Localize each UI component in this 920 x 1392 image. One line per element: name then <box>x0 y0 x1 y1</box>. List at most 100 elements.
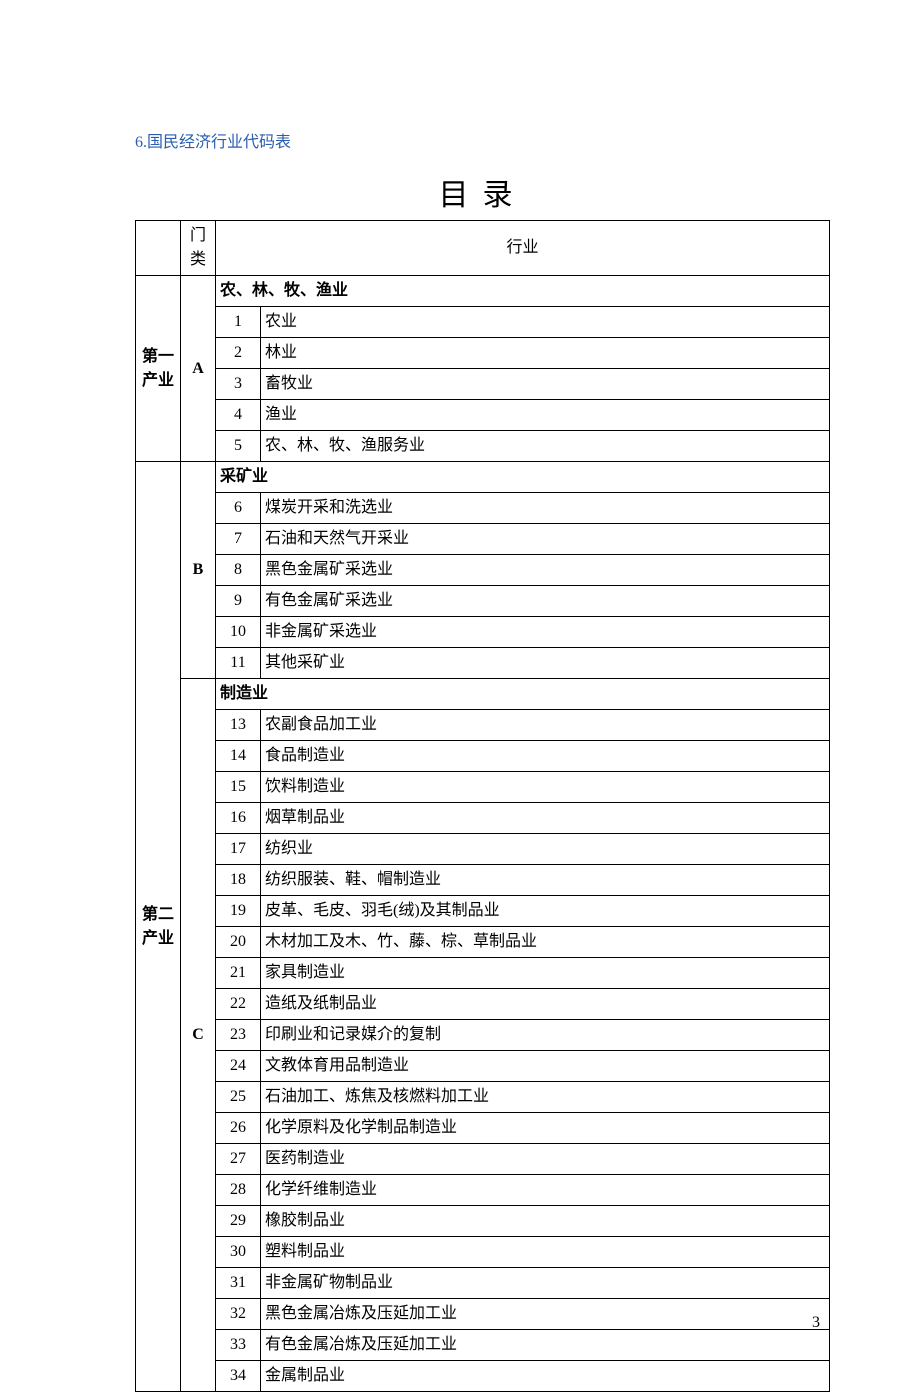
row-num: 32 <box>216 1299 261 1330</box>
row-name: 化学纤维制造业 <box>261 1175 830 1206</box>
table-row: 第一产业 A 农、林、牧、渔业 <box>136 276 830 307</box>
row-name: 有色金属冶炼及压延加工业 <box>261 1330 830 1361</box>
section-heading: 6.国民经济行业代码表 <box>135 128 830 152</box>
row-name: 其他采矿业 <box>261 648 830 679</box>
row-num: 26 <box>216 1113 261 1144</box>
row-name: 黑色金属冶炼及压延加工业 <box>261 1299 830 1330</box>
row-num: 17 <box>216 834 261 865</box>
production-label: 第二产业 <box>136 462 181 1392</box>
row-name: 纺织服装、鞋、帽制造业 <box>261 865 830 896</box>
table-row: 24文教体育用品制造业 <box>136 1051 830 1082</box>
row-num: 16 <box>216 803 261 834</box>
row-num: 24 <box>216 1051 261 1082</box>
row-num: 25 <box>216 1082 261 1113</box>
th-industry: 行业 <box>216 221 830 276</box>
table-row: 6煤炭开采和洗选业 <box>136 493 830 524</box>
row-num: 19 <box>216 896 261 927</box>
row-num: 18 <box>216 865 261 896</box>
row-num: 28 <box>216 1175 261 1206</box>
row-name: 皮革、毛皮、羽毛(绒)及其制品业 <box>261 896 830 927</box>
row-name: 医药制造业 <box>261 1144 830 1175</box>
row-num: 20 <box>216 927 261 958</box>
row-name: 饮料制造业 <box>261 772 830 803</box>
table-row: 9有色金属矿采选业 <box>136 586 830 617</box>
row-name: 有色金属矿采选业 <box>261 586 830 617</box>
row-num: 7 <box>216 524 261 555</box>
table-row: 13农副食品加工业 <box>136 710 830 741</box>
row-name: 化学原料及化学制品制造业 <box>261 1113 830 1144</box>
th-category: 门类 <box>181 221 216 276</box>
row-num: 13 <box>216 710 261 741</box>
section-title: 采矿业 <box>216 462 830 493</box>
row-name: 煤炭开采和洗选业 <box>261 493 830 524</box>
row-name: 石油和天然气开采业 <box>261 524 830 555</box>
category-code: C <box>181 679 216 1392</box>
table-row: 19皮革、毛皮、羽毛(绒)及其制品业 <box>136 896 830 927</box>
row-name: 纺织业 <box>261 834 830 865</box>
row-num: 29 <box>216 1206 261 1237</box>
row-num: 30 <box>216 1237 261 1268</box>
table-row: 31非金属矿物制品业 <box>136 1268 830 1299</box>
table-header-row: 门类 行业 <box>136 221 830 276</box>
row-num: 15 <box>216 772 261 803</box>
industry-code-table: 门类 行业 第一产业 A 农、林、牧、渔业 1农业 2林业 3畜牧业 4渔业 5… <box>135 220 830 1392</box>
table-row: 28化学纤维制造业 <box>136 1175 830 1206</box>
table-row: 第二产业 B 采矿业 <box>136 462 830 493</box>
row-name: 橡胶制品业 <box>261 1206 830 1237</box>
row-num: 22 <box>216 989 261 1020</box>
row-num: 34 <box>216 1361 261 1392</box>
table-row: 2林业 <box>136 338 830 369</box>
table-row: 27医药制造业 <box>136 1144 830 1175</box>
row-num: 31 <box>216 1268 261 1299</box>
table-row: 33有色金属冶炼及压延加工业 <box>136 1330 830 1361</box>
document-page: 6.国民经济行业代码表 目录 门类 行业 第一产业 A 农、林、牧、渔业 1农业… <box>0 0 920 1392</box>
category-code: A <box>181 276 216 462</box>
row-num: 21 <box>216 958 261 989</box>
row-name: 石油加工、炼焦及核燃料加工业 <box>261 1082 830 1113</box>
table-row: 21家具制造业 <box>136 958 830 989</box>
table-row: 30塑料制品业 <box>136 1237 830 1268</box>
section-title: 制造业 <box>216 679 830 710</box>
row-num: 2 <box>216 338 261 369</box>
table-row: 4渔业 <box>136 400 830 431</box>
table-row: C 制造业 <box>136 679 830 710</box>
table-row: 22造纸及纸制品业 <box>136 989 830 1020</box>
row-name: 农副食品加工业 <box>261 710 830 741</box>
row-name: 畜牧业 <box>261 369 830 400</box>
table-row: 26化学原料及化学制品制造业 <box>136 1113 830 1144</box>
table-row: 18纺织服装、鞋、帽制造业 <box>136 865 830 896</box>
page-number: 3 <box>812 1314 820 1332</box>
table-row: 14食品制造业 <box>136 741 830 772</box>
row-name: 黑色金属矿采选业 <box>261 555 830 586</box>
row-name: 印刷业和记录媒介的复制 <box>261 1020 830 1051</box>
row-name: 金属制品业 <box>261 1361 830 1392</box>
table-row: 1农业 <box>136 307 830 338</box>
row-num: 27 <box>216 1144 261 1175</box>
row-name: 木材加工及木、竹、藤、棕、草制品业 <box>261 927 830 958</box>
row-name: 渔业 <box>261 400 830 431</box>
section-title: 农、林、牧、渔业 <box>216 276 830 307</box>
table-row: 25石油加工、炼焦及核燃料加工业 <box>136 1082 830 1113</box>
row-num: 3 <box>216 369 261 400</box>
category-code: B <box>181 462 216 679</box>
row-num: 1 <box>216 307 261 338</box>
row-name: 造纸及纸制品业 <box>261 989 830 1020</box>
row-name: 非金属矿物制品业 <box>261 1268 830 1299</box>
row-num: 4 <box>216 400 261 431</box>
table-row: 23印刷业和记录媒介的复制 <box>136 1020 830 1051</box>
row-num: 11 <box>216 648 261 679</box>
table-row: 29橡胶制品业 <box>136 1206 830 1237</box>
row-num: 8 <box>216 555 261 586</box>
row-name: 农业 <box>261 307 830 338</box>
row-num: 10 <box>216 617 261 648</box>
row-name: 食品制造业 <box>261 741 830 772</box>
heading-text: 国民经济行业代码表 <box>147 134 291 151</box>
row-num: 5 <box>216 431 261 462</box>
table-row: 34金属制品业 <box>136 1361 830 1392</box>
production-label: 第一产业 <box>136 276 181 462</box>
heading-prefix: 6. <box>135 134 147 151</box>
row-name: 塑料制品业 <box>261 1237 830 1268</box>
row-name: 农、林、牧、渔服务业 <box>261 431 830 462</box>
toc-title: 目录 <box>135 170 830 214</box>
row-num: 33 <box>216 1330 261 1361</box>
